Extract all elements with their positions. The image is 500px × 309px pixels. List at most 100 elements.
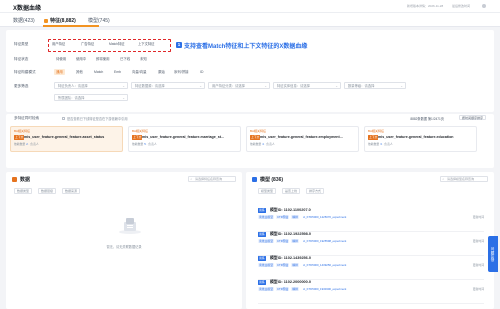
- category-sequence[interactable]: 序列/拼接: [172, 69, 191, 75]
- chevron-down-icon: ⌄: [335, 84, 338, 88]
- user-avatar[interactable]: [482, 4, 486, 8]
- entity-select[interactable]: 特征实体信息：请选择 ⌄: [273, 82, 341, 89]
- model-updated: 更新时间: [472, 287, 484, 291]
- source-select-value: 特征数据源：请选择: [135, 84, 165, 88]
- status-in-use[interactable]: 使用中: [74, 56, 88, 62]
- model-list-item[interactable]: 训练 模型ID: 1102.1922598.0 离线主模型 CTR预估 精排 ct_K…: [258, 232, 484, 256]
- data-type-select[interactable]: 数据类型: [14, 188, 33, 194]
- card-tag: BA相关特征: [250, 129, 267, 133]
- filter-match-feature[interactable]: Match特征: [109, 42, 125, 47]
- team-select[interactable]: 所属团队：请选择 ⌄: [54, 94, 128, 101]
- model-tags: 离线主模型 CTR预估 精排 ct_KTD5000_1925598_experimen…: [258, 239, 346, 243]
- category-other[interactable]: 其他: [74, 69, 85, 75]
- experiment-link[interactable]: ct_KTD5000_1930300_experiment: [303, 287, 346, 291]
- active-tab-indicator: [43, 25, 99, 27]
- offline-checkbox[interactable]: [62, 117, 65, 120]
- tab-models[interactable]: 模型(745): [88, 17, 110, 24]
- model-tag: CTR预估: [276, 215, 290, 219]
- filter-ad-feature[interactable]: 广告特征: [81, 42, 94, 47]
- filter-user-feature[interactable]: 用户特征: [52, 42, 65, 47]
- card-owner: 负责人: [30, 142, 39, 146]
- model-list-item[interactable]: 训练 模型ID: 1102.1100207.0 离线主模型 CTR预估 精排 ct_K…: [258, 208, 484, 232]
- feature-card[interactable]: BA相关特征 上下文 mis_user_feature.general_feat…: [364, 126, 477, 152]
- card-meta: 依赖数量3 · 负责人: [368, 142, 393, 146]
- category-id[interactable]: ID: [198, 69, 205, 75]
- model-list-item[interactable]: 训练 模型ID: 1102.2000000.0 离线主模型 CTR预估 精排 ct_K…: [258, 280, 484, 304]
- chevron-down-icon: ⌄: [199, 84, 202, 88]
- empty-box-icon: [119, 218, 141, 234]
- empty-state-text: 暂无，请无关联数据记录: [106, 245, 142, 249]
- tab-data[interactable]: 数据(423): [13, 17, 35, 24]
- card-meta-value: 4: [262, 142, 264, 146]
- team-select-value: 所属团队：请选择: [58, 96, 85, 100]
- card-badge: 上下文: [368, 135, 379, 140]
- card-meta-label: 依赖数量: [14, 142, 26, 146]
- experiment-link[interactable]: ct_KTD5000_1925598_experiment: [303, 239, 346, 243]
- meta-modified: 最后修改时间: [451, 4, 470, 8]
- sort-select[interactable]: 按时间顺序排序: [458, 115, 486, 120]
- model-list-item[interactable]: 训练 模型ID: 1102.1439256.0 离线主模型 CTR预估 精排 ct_K…: [258, 256, 484, 280]
- card-tag: BA相关特征: [368, 129, 385, 133]
- owner-select[interactable]: 特征负责人：请选择 ⌄: [54, 82, 128, 89]
- data-source-select[interactable]: 数据来源: [62, 188, 81, 194]
- tab-features[interactable]: 特征(8,882): [44, 17, 76, 24]
- model-tags: 离线主模型 CTR预估 精排 ct_KTD5000_1930300_experimen…: [258, 287, 346, 291]
- model-sort-select[interactable]: 排序方式: [306, 188, 325, 194]
- data-search-placeholder: 请选择特征名称查询: [195, 176, 223, 181]
- source-select[interactable]: 特征数据源：请选择 ⌄: [131, 82, 205, 89]
- model-tag: 离线主模型: [258, 287, 274, 291]
- model-type-select[interactable]: 模型类型: [258, 188, 277, 194]
- chevron-down-icon: ⌄: [264, 84, 267, 88]
- model-online-select[interactable]: 是否上线: [282, 188, 301, 194]
- result-count: 8882条数据 第1/2471页: [410, 117, 444, 121]
- model-badge: 训练: [258, 232, 266, 237]
- category-vector[interactable]: 向量/向量: [130, 69, 149, 75]
- experiment-link[interactable]: ct_KTD5000_1225070_experiment: [303, 215, 346, 219]
- annotation-text: 支持查看Match特征和上下文特征的X数据血缘: [184, 44, 308, 50]
- category-general[interactable]: 通用: [54, 68, 65, 75]
- card-badge: 上下文: [132, 135, 143, 140]
- card-tag: BA相关特征: [132, 129, 149, 133]
- feature-icon: [44, 18, 48, 23]
- chevron-down-icon: ⌄: [122, 84, 125, 88]
- model-tag: CTR预估: [276, 263, 290, 267]
- page-title: X数据血缘: [13, 6, 42, 12]
- model-tag: 精排: [291, 263, 299, 267]
- experiment-link[interactable]: ct_KTD5000_1439256_experiment: [303, 263, 346, 267]
- card-meta: 依赖数量2 · 负责人: [14, 142, 39, 146]
- model-tags: 离线主模型 CTR预估 精排 ct_KTD5000_1439256_experimen…: [258, 263, 346, 267]
- user-feature-class-select[interactable]: 用户特征分类：请选择 ⌄: [208, 82, 270, 89]
- status-soon[interactable]: 即将使用: [94, 56, 112, 62]
- status-offline[interactable]: 已下线: [118, 56, 132, 62]
- model-search-input[interactable]: ⌕ 请选择模型名称查询: [440, 175, 488, 182]
- card-name: mis_user_feature.general_feature.marriag…: [142, 135, 224, 139]
- status-pending[interactable]: 待使用: [54, 56, 68, 62]
- filter-context-feature[interactable]: 上下文特征: [138, 42, 154, 47]
- data-level-select[interactable]: 数据层级: [38, 188, 57, 194]
- category-emb[interactable]: Emb: [112, 69, 123, 75]
- feature-type-label: 特征类型: [14, 42, 29, 46]
- chevron-down-icon: ⌄: [122, 96, 125, 100]
- card-name: mis_user_feature.general_feature.employm…: [260, 135, 343, 139]
- tab-features-label: 特征(8,882): [50, 18, 76, 24]
- status-unknown[interactable]: 未知: [138, 56, 149, 62]
- data-search-input[interactable]: ⌕ 请选择特征名称查询: [188, 175, 236, 182]
- model-title: 模型ID: 1102.1922598.0: [270, 231, 311, 236]
- model-title: 模型ID: 1102.1100207.0: [270, 207, 311, 212]
- model-tag: CTR预估: [276, 239, 290, 243]
- category-raw[interactable]: 原始: [156, 69, 167, 75]
- feature-list: 多特征同时检索 是否查看已下线特征是否在下游依赖中引用 8882条数据 第1/2…: [6, 114, 494, 168]
- level-select[interactable]: 数量等级：请选择 ⌄: [344, 82, 406, 89]
- feature-card[interactable]: BA相关特征 上下文 mis_user_feature.general_feat…: [10, 126, 123, 152]
- model-panel-icon: [252, 177, 257, 182]
- model-search-placeholder: 请选择模型名称查询: [447, 176, 475, 181]
- card-name: mis_user_feature.general_feature.asset_s…: [24, 135, 105, 139]
- feedback-side-tab[interactable]: 问题反馈: [488, 236, 498, 272]
- model-title: 模型ID: 1102.1439256.0: [270, 255, 311, 260]
- feature-card[interactable]: BA相关特征 上下文 mis_user_feature.general_feat…: [246, 126, 359, 152]
- model-tag: 离线主模型: [258, 215, 274, 219]
- category-match[interactable]: Match: [92, 69, 105, 75]
- feature-card[interactable]: BA相关特征 上下文 mis_user_feature.general_feat…: [128, 126, 241, 152]
- multi-search-title: 多特征同时检索: [14, 116, 40, 120]
- model-panel-title: 模型 (836): [260, 177, 284, 183]
